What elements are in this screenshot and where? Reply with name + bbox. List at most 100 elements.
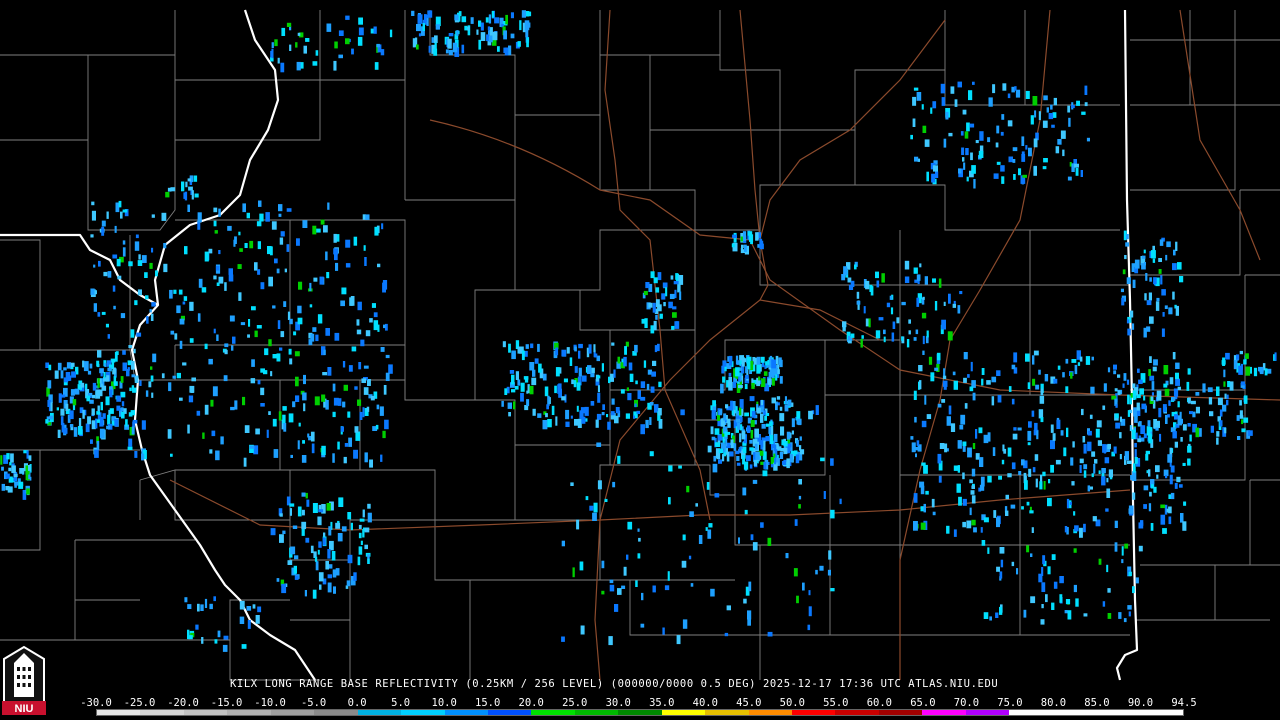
echo-pixel	[931, 173, 936, 183]
echo-pixel	[953, 380, 958, 390]
echo-pixel	[376, 404, 380, 410]
echo-pixel	[358, 17, 363, 25]
echo-pixel	[664, 585, 670, 591]
echo-pixel	[283, 301, 287, 307]
echo-pixel	[1164, 388, 1170, 397]
echo-pixel	[607, 421, 611, 430]
scale-label: 35.0	[649, 697, 675, 709]
echo-pixel	[712, 400, 716, 407]
echo-pixel	[1159, 433, 1162, 442]
echo-pixel	[1172, 431, 1177, 439]
echo-pixel	[1018, 168, 1022, 176]
echo-pixel	[18, 481, 24, 487]
echo-pixel	[983, 612, 989, 619]
echo-pixel	[1187, 368, 1191, 375]
echo-pixel	[1150, 250, 1156, 259]
echo-pixel	[981, 378, 984, 386]
echo-pixel	[63, 367, 67, 371]
echo-pixel	[113, 376, 117, 383]
echo-pixel	[337, 398, 342, 406]
echo-pixel	[964, 403, 968, 409]
echo-pixel	[1005, 510, 1009, 516]
echo-pixel	[452, 42, 458, 53]
echo-pixel	[1076, 100, 1080, 106]
echo-pixel	[745, 374, 749, 379]
echo-pixel	[1038, 111, 1041, 121]
echo-pixel	[1155, 301, 1160, 311]
echo-pixel	[698, 535, 703, 544]
echo-pixel	[239, 600, 245, 610]
echo-pixel	[760, 356, 765, 363]
echo-pixel	[627, 393, 632, 401]
echo-pixel	[376, 43, 380, 48]
echo-pixel	[380, 347, 385, 352]
echo-pixel	[274, 39, 278, 47]
echo-pixel	[63, 377, 69, 383]
echo-pixel	[417, 14, 423, 24]
echo-pixel	[1166, 241, 1171, 248]
echo-pixel	[1050, 424, 1054, 433]
echo-pixel	[1138, 379, 1143, 384]
echo-pixel	[561, 636, 565, 642]
echo-pixel	[268, 276, 273, 287]
echo-pixel	[1183, 501, 1187, 506]
echo-pixel	[286, 22, 292, 27]
echo-pixel	[447, 38, 452, 49]
echo-pixel	[149, 262, 153, 269]
echo-pixel	[167, 429, 172, 439]
echo-pixel	[271, 48, 274, 59]
echo-pixel	[714, 428, 720, 435]
echo-pixel	[90, 234, 94, 238]
echo-pixel	[617, 455, 621, 464]
echo-pixel	[1113, 370, 1117, 375]
echo-pixel	[1053, 378, 1058, 384]
echo-pixel	[992, 447, 996, 456]
echo-pixel	[972, 443, 976, 449]
echo-pixel	[99, 428, 105, 439]
echo-pixel	[530, 343, 534, 349]
echo-pixel	[915, 453, 917, 458]
echo-pixel	[122, 350, 126, 355]
echo-pixel	[1121, 559, 1124, 564]
echo-pixel	[736, 456, 740, 461]
echo-pixel	[626, 554, 629, 560]
echo-pixel	[574, 419, 579, 426]
echo-pixel	[758, 376, 761, 381]
echo-pixel	[555, 367, 560, 377]
echo-pixel	[69, 410, 74, 420]
echo-pixel	[657, 304, 662, 312]
echo-pixel	[547, 419, 552, 428]
echo-pixel	[646, 383, 650, 390]
echo-pixel	[312, 589, 317, 599]
echo-pixel	[197, 313, 201, 322]
echo-pixel	[749, 464, 753, 469]
echo-pixel	[103, 271, 108, 277]
echo-pixel	[1077, 362, 1081, 366]
echo-pixel	[1039, 481, 1043, 490]
echo-pixel	[910, 436, 914, 440]
echo-pixel	[1065, 599, 1071, 605]
echo-pixel	[358, 524, 362, 529]
echo-pixel	[1017, 427, 1022, 431]
echo-pixel	[151, 247, 154, 253]
echo-pixel	[933, 165, 938, 172]
echo-pixel	[96, 360, 100, 367]
echo-pixel	[278, 213, 282, 217]
echo-pixel	[428, 45, 431, 53]
echo-pixel	[1090, 386, 1095, 394]
echo-pixel	[289, 508, 292, 516]
echo-pixel	[494, 17, 500, 24]
echo-pixel	[815, 569, 818, 575]
echo-pixel	[383, 385, 387, 395]
echo-pixel	[1010, 504, 1016, 509]
echo-pixel	[744, 384, 748, 390]
scale-label: 80.0	[1040, 697, 1067, 709]
echo-pixel	[503, 30, 507, 40]
echo-pixel	[1095, 428, 1100, 438]
echo-pixel	[1128, 571, 1132, 577]
echo-pixel	[328, 526, 332, 536]
echo-pixel	[1163, 383, 1168, 388]
echo-pixel	[1155, 427, 1159, 431]
echo-pixel	[1144, 262, 1146, 266]
scale-color-swatch	[97, 710, 141, 715]
